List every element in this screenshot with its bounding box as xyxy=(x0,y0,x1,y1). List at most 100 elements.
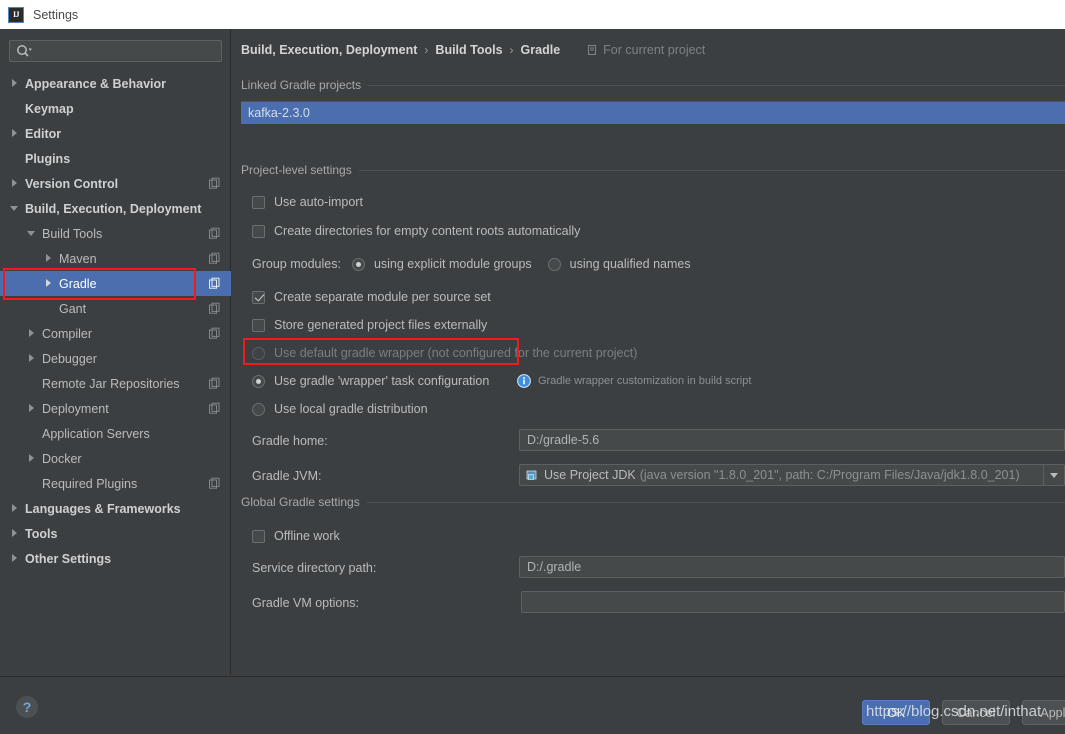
chevron-right-icon[interactable] xyxy=(27,353,38,364)
checkbox-box[interactable] xyxy=(252,318,265,332)
sidebar-item-label: Gradle xyxy=(59,276,97,291)
sidebar-item-debugger[interactable]: Debugger xyxy=(0,346,231,371)
service-directory-input[interactable] xyxy=(519,556,1065,578)
checkbox-separate-module-per-source-set[interactable]: Create separate module per source set xyxy=(252,290,491,304)
checkbox-box[interactable] xyxy=(252,195,265,209)
chevron-down-icon[interactable] xyxy=(10,203,21,214)
checkbox-box[interactable] xyxy=(252,224,265,238)
sidebar-item-label: Editor xyxy=(25,126,62,141)
settings-tree[interactable]: Appearance & Behavior Keymap Editor Plugins… xyxy=(0,71,231,671)
checkbox-offline-work[interactable]: Offline work xyxy=(252,529,340,543)
chevron-right-icon[interactable] xyxy=(10,553,21,564)
search-box[interactable] xyxy=(9,40,222,62)
sidebar-item-tools[interactable]: Tools xyxy=(0,521,231,546)
gradle-vm-options-input[interactable] xyxy=(521,591,1065,613)
group-modules-row: Group modules: using explicit module gro… xyxy=(252,257,691,271)
radio-use-gradle-wrapper-task-configuration[interactable]: Use gradle 'wrapper' task configuration xyxy=(252,374,489,388)
radio-label: Use local gradle distribution xyxy=(274,402,428,416)
gradle-jvm-detail: (java version "1.8.0_201", path: C:/Prog… xyxy=(639,468,1020,482)
group-divider xyxy=(368,84,1065,86)
sidebar-item-keymap[interactable]: Keymap xyxy=(0,96,231,121)
sidebar-item-languages-frameworks[interactable]: Languages & Frameworks xyxy=(0,496,231,521)
sidebar-item-label: Other Settings xyxy=(25,551,112,566)
sidebar-item-maven[interactable]: Maven xyxy=(0,246,231,271)
sidebar-item-build-execution-deployment[interactable]: Build, Execution, Deployment xyxy=(0,196,231,221)
sidebar-item-label: Docker xyxy=(42,451,82,466)
checkbox-label: Offline work xyxy=(274,529,340,543)
global-settings-group-title: Global Gradle settings xyxy=(241,495,1065,509)
radio-use-local-gradle-distribution[interactable]: Use local gradle distribution xyxy=(252,402,428,416)
list-item[interactable]: kafka-2.3.0 xyxy=(241,102,1065,124)
sidebar-item-compiler[interactable]: Compiler xyxy=(0,321,231,346)
checkbox-box[interactable] xyxy=(252,529,265,543)
sidebar-item-required-plugins[interactable]: Required Plugins xyxy=(0,471,231,496)
checkbox-store-generated-externally[interactable]: Store generated project files externally xyxy=(252,318,487,332)
radio-box[interactable] xyxy=(252,346,265,360)
radio-use-default-gradle-wrapper[interactable]: Use default gradle wrapper (not configur… xyxy=(252,346,637,360)
chevron-right-icon[interactable] xyxy=(27,328,38,339)
project-scope-icon xyxy=(588,44,597,56)
sidebar-item-plugins[interactable]: Plugins xyxy=(0,146,231,171)
sidebar-item-deployment[interactable]: Deployment xyxy=(0,396,231,421)
radio-box[interactable] xyxy=(252,402,265,416)
chevron-right-icon[interactable] xyxy=(44,278,55,289)
cancel-button[interactable]: Cancel xyxy=(942,700,1010,725)
chevron-right-icon[interactable] xyxy=(10,528,21,539)
checkbox-use-auto-import[interactable]: Use auto-import xyxy=(252,195,363,209)
checkbox-create-directories[interactable]: Create directories for empty content roo… xyxy=(252,224,580,238)
radio-using-explicit-module-groups-box[interactable] xyxy=(351,257,365,271)
sidebar-item-label: Tools xyxy=(25,526,58,541)
chevron-right-icon[interactable] xyxy=(44,253,55,264)
breadcrumb-item-0[interactable]: Build, Execution, Deployment xyxy=(241,43,417,57)
checkbox-box[interactable] xyxy=(252,290,265,304)
sidebar-item-version-control[interactable]: Version Control xyxy=(0,171,231,196)
project-scope-icon xyxy=(209,377,220,389)
chevron-down-icon[interactable] xyxy=(27,228,38,239)
gradle-home-label: Gradle home: xyxy=(252,434,328,448)
gradle-home-input[interactable] xyxy=(519,429,1065,451)
checkbox-label: Create directories for empty content roo… xyxy=(274,224,581,238)
chevron-right-icon[interactable] xyxy=(27,453,38,464)
sidebar-item-label: Debugger xyxy=(42,351,97,366)
sidebar-item-gant[interactable]: Gant xyxy=(0,296,231,321)
apply-button[interactable]: Apply xyxy=(1022,700,1065,725)
chevron-right-icon[interactable] xyxy=(10,178,21,189)
gradle-wrapper-hint-label: Gradle wrapper customization in build sc… xyxy=(538,375,752,387)
group-modules-label: Group modules: xyxy=(252,257,341,271)
jdk-icon xyxy=(526,470,537,480)
project-level-group-title: Project-level settings xyxy=(241,163,1065,177)
linked-projects-group-title: Linked Gradle projects xyxy=(241,78,1065,92)
chevron-right-icon[interactable] xyxy=(10,78,21,89)
sidebar-item-docker[interactable]: Docker xyxy=(0,446,231,471)
gradle-wrapper-hint: Gradle wrapper customization in build sc… xyxy=(517,374,751,388)
chevron-right-icon[interactable] xyxy=(27,403,38,414)
ok-button[interactable]: OK xyxy=(862,700,930,725)
chevron-right-icon[interactable] xyxy=(10,503,21,514)
radio-box[interactable] xyxy=(252,374,265,388)
help-button[interactable]: ? xyxy=(16,696,38,718)
gradle-jvm-combobox[interactable]: Use Project JDK (java version "1.8.0_201… xyxy=(519,464,1065,486)
sidebar-item-label: Application Servers xyxy=(42,426,150,441)
radio-using-qualified-names-box[interactable] xyxy=(547,257,561,271)
sidebar-item-label: Remote Jar Repositories xyxy=(42,376,180,391)
gradle-vm-options-label: Gradle VM options: xyxy=(252,596,359,610)
breadcrumb-item-1[interactable]: Build Tools xyxy=(435,43,502,57)
sidebar-item-application-servers[interactable]: Application Servers xyxy=(0,421,231,446)
sidebar-item-other-settings[interactable]: Other Settings xyxy=(0,546,231,571)
sidebar-item-remote-jar-repositories[interactable]: Remote Jar Repositories xyxy=(0,371,231,396)
sidebar-item-editor[interactable]: Editor xyxy=(0,121,231,146)
search-input[interactable] xyxy=(9,40,222,62)
sidebar-item-appearance-behavior[interactable]: Appearance & Behavior xyxy=(0,71,231,96)
linked-projects-list[interactable]: kafka-2.3.0 xyxy=(241,101,1065,125)
sidebar-item-build-tools[interactable]: Build Tools xyxy=(0,221,231,246)
radio-using-qualified-names-label: using qualified names xyxy=(569,257,691,271)
sidebar-item-label: Deployment xyxy=(42,401,109,416)
radio-label: Use default gradle wrapper (not configur… xyxy=(274,346,638,360)
for-current-project-label: For current project xyxy=(603,43,706,57)
chevron-right-icon[interactable] xyxy=(10,128,21,139)
project-scope-icon xyxy=(209,277,220,289)
chevron-down-icon[interactable] xyxy=(1043,465,1064,485)
sidebar-item-gradle[interactable]: Gradle xyxy=(0,271,231,296)
sidebar-item-label: Plugins xyxy=(25,151,71,166)
